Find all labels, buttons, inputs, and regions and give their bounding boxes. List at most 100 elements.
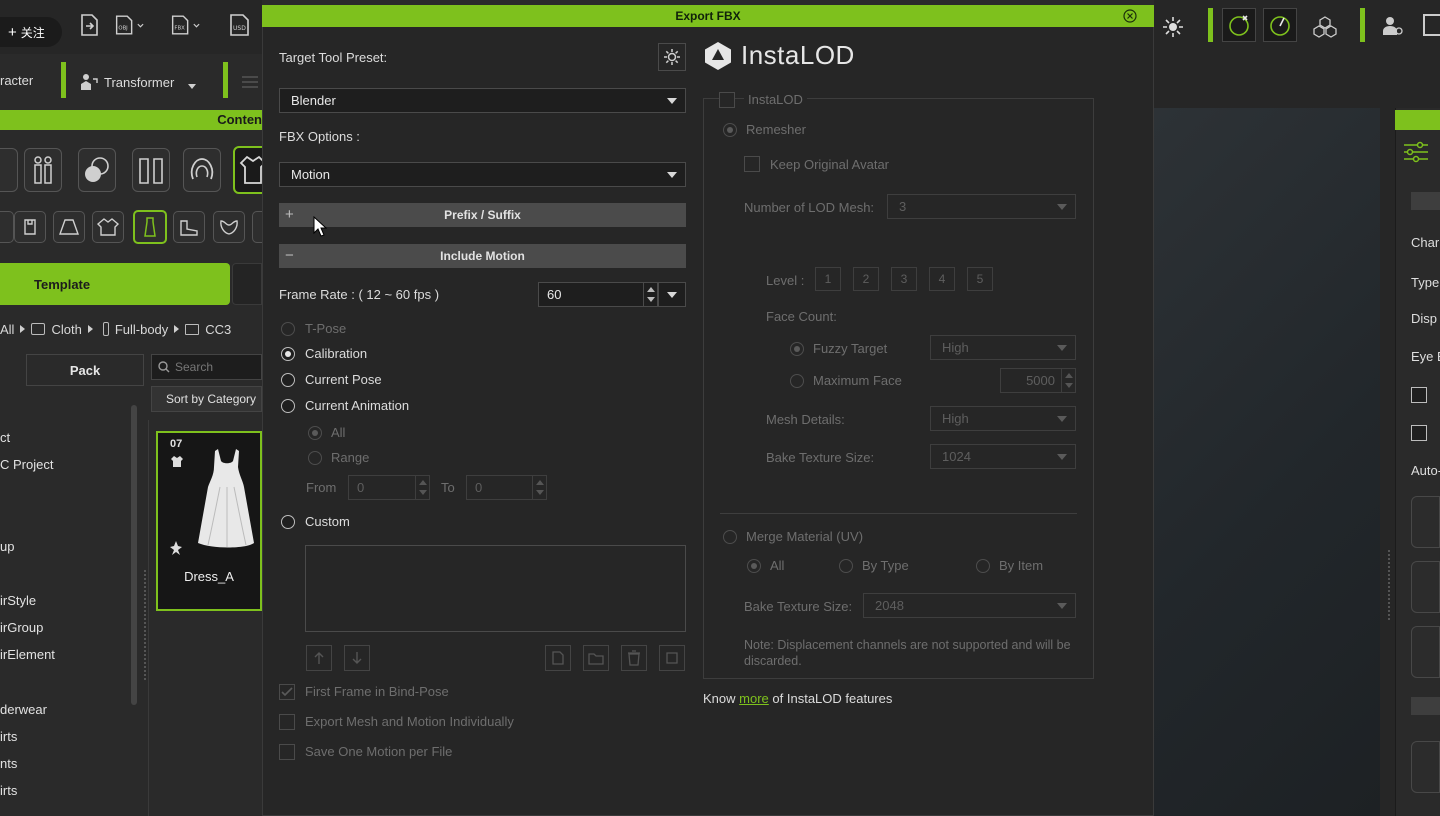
frame-rate-dropdown[interactable]: [658, 282, 686, 307]
content-thumbnail[interactable]: 07 Dress_A: [156, 431, 262, 611]
save-one-motion-checkbox[interactable]: [279, 744, 295, 760]
tree-item[interactable]: irStyle: [0, 593, 130, 608]
tree-item[interactable]: irts: [0, 729, 130, 744]
preset-settings-button[interactable]: [658, 43, 686, 71]
tree-item[interactable]: derwear: [0, 702, 130, 717]
tree-scrollbar[interactable]: [131, 405, 137, 705]
prefix-suffix-section[interactable]: + Prefix / Suffix: [279, 203, 686, 227]
subcategory-jacket-icon[interactable]: [92, 211, 124, 243]
tree-item[interactable]: up: [0, 539, 130, 554]
merge-material-radio[interactable]: [723, 530, 737, 544]
breadcrumb-cc3[interactable]: CC3: [205, 322, 231, 337]
follow-button[interactable]: + 关注: [0, 17, 62, 47]
character-menu[interactable]: racter: [0, 73, 33, 88]
panel-slot[interactable]: [1411, 496, 1440, 548]
category-hair-icon[interactable]: [183, 148, 221, 192]
settings-sliders-icon[interactable]: [238, 70, 262, 94]
tree-item[interactable]: ct: [0, 430, 130, 445]
close-icon[interactable]: [1122, 8, 1138, 24]
current-pose-radio[interactable]: [281, 373, 295, 387]
panel-checkbox[interactable]: [1411, 387, 1427, 403]
remesher-radio[interactable]: [723, 123, 737, 137]
subcategory-fullbody-icon[interactable]: [133, 210, 167, 244]
fbx-export-icon[interactable]: FBX: [170, 10, 200, 40]
stepper-arrows-icon[interactable]: [1061, 369, 1075, 392]
fbx-options-dropdown[interactable]: Motion: [279, 162, 686, 187]
custom-radio[interactable]: [281, 515, 295, 529]
target-tool-preset-dropdown[interactable]: Blender: [279, 88, 686, 113]
subcategory-skirt-icon[interactable]: [53, 211, 85, 243]
include-motion-section[interactable]: − Include Motion: [279, 244, 686, 268]
tree-item[interactable]: nts: [0, 756, 130, 771]
breadcrumb-cloth[interactable]: Cloth: [51, 322, 81, 337]
transformer-menu[interactable]: Transformer: [80, 71, 220, 93]
character-settings-icon[interactable]: [1378, 12, 1406, 40]
tab-secondary[interactable]: [232, 263, 262, 305]
add-motion-button[interactable]: [545, 645, 571, 671]
obj-export-icon[interactable]: OBJ: [114, 10, 144, 40]
pose-tool-icon[interactable]: [1222, 8, 1256, 42]
collapse-button[interactable]: [1411, 192, 1440, 210]
subcategory-shoes-icon[interactable]: [173, 211, 205, 243]
category-outfit-icon[interactable]: [132, 148, 170, 192]
category-figure-icon[interactable]: [24, 148, 62, 192]
merge-bake-dropdown[interactable]: 2048: [863, 593, 1076, 618]
panel-slot[interactable]: [1411, 741, 1440, 793]
subcategory-underwear-icon[interactable]: [213, 211, 245, 243]
import-motion-button[interactable]: [583, 645, 609, 671]
subcategory-shirt-icon[interactable]: [14, 211, 46, 243]
panel-toggle-icon[interactable]: [1423, 14, 1440, 36]
current-animation-radio[interactable]: [281, 399, 295, 413]
animation-range-radio[interactable]: [308, 451, 322, 465]
merge-all-radio[interactable]: [747, 559, 761, 573]
tree-item[interactable]: irGroup: [0, 620, 130, 635]
dialog-title-bar[interactable]: Export FBX: [262, 5, 1154, 27]
more-link[interactable]: more: [739, 691, 769, 706]
instalod-checkbox[interactable]: [719, 92, 735, 108]
tree-item[interactable]: irts: [0, 783, 130, 798]
from-stepper[interactable]: 0: [348, 475, 430, 500]
motion-settings-button[interactable]: [659, 645, 685, 671]
fuzzy-target-dropdown[interactable]: High: [930, 335, 1076, 360]
level-5-button[interactable]: 5: [967, 267, 993, 291]
adjust-sliders-icon[interactable]: [1400, 138, 1432, 166]
motion-tool-icon[interactable]: [1263, 8, 1297, 42]
import-icon[interactable]: [74, 10, 104, 40]
num-lod-dropdown[interactable]: 3: [887, 194, 1076, 219]
panel-checkbox[interactable]: [1411, 425, 1427, 441]
stepper-arrows-icon[interactable]: [415, 476, 429, 499]
subcategory-icon[interactable]: [0, 211, 14, 243]
level-4-button[interactable]: 4: [929, 267, 955, 291]
tab-template[interactable]: Template: [0, 263, 230, 305]
tpose-radio[interactable]: [281, 322, 295, 336]
maximum-face-radio[interactable]: [790, 374, 804, 388]
breadcrumb-fullbody[interactable]: Full-body: [115, 322, 168, 337]
category-material-icon[interactable]: [78, 148, 116, 192]
3d-viewport[interactable]: [1154, 108, 1380, 816]
export-mesh-motion-checkbox[interactable]: [279, 714, 295, 730]
panel-splitter[interactable]: [1388, 550, 1392, 620]
bake-texture-dropdown[interactable]: 1024: [930, 444, 1076, 469]
frame-rate-stepper[interactable]: 60: [538, 282, 658, 307]
delete-motion-button[interactable]: [621, 645, 647, 671]
cubes-icon[interactable]: [1310, 12, 1340, 42]
move-up-button[interactable]: [306, 645, 332, 671]
panel-slot[interactable]: [1411, 626, 1440, 678]
tab-pack[interactable]: Pack: [26, 354, 144, 386]
to-stepper[interactable]: 0: [466, 475, 547, 500]
calibration-radio[interactable]: [281, 347, 295, 361]
tree-item[interactable]: irElement: [0, 647, 130, 662]
level-3-button[interactable]: 3: [891, 267, 917, 291]
level-2-button[interactable]: 2: [853, 267, 879, 291]
fuzzy-target-radio[interactable]: [790, 342, 804, 356]
sort-dropdown[interactable]: Sort by Category: [151, 386, 262, 412]
mesh-details-dropdown[interactable]: High: [930, 406, 1076, 431]
stepper-arrows-icon[interactable]: [532, 476, 546, 499]
animation-all-radio[interactable]: [308, 426, 322, 440]
stepper-arrows-icon[interactable]: [643, 283, 657, 306]
panel-slot[interactable]: [1411, 561, 1440, 613]
breadcrumb-all[interactable]: All: [0, 322, 14, 337]
usd-export-icon[interactable]: USD: [225, 10, 255, 40]
category-body-icon[interactable]: [0, 148, 18, 192]
custom-motion-list[interactable]: [305, 545, 686, 632]
